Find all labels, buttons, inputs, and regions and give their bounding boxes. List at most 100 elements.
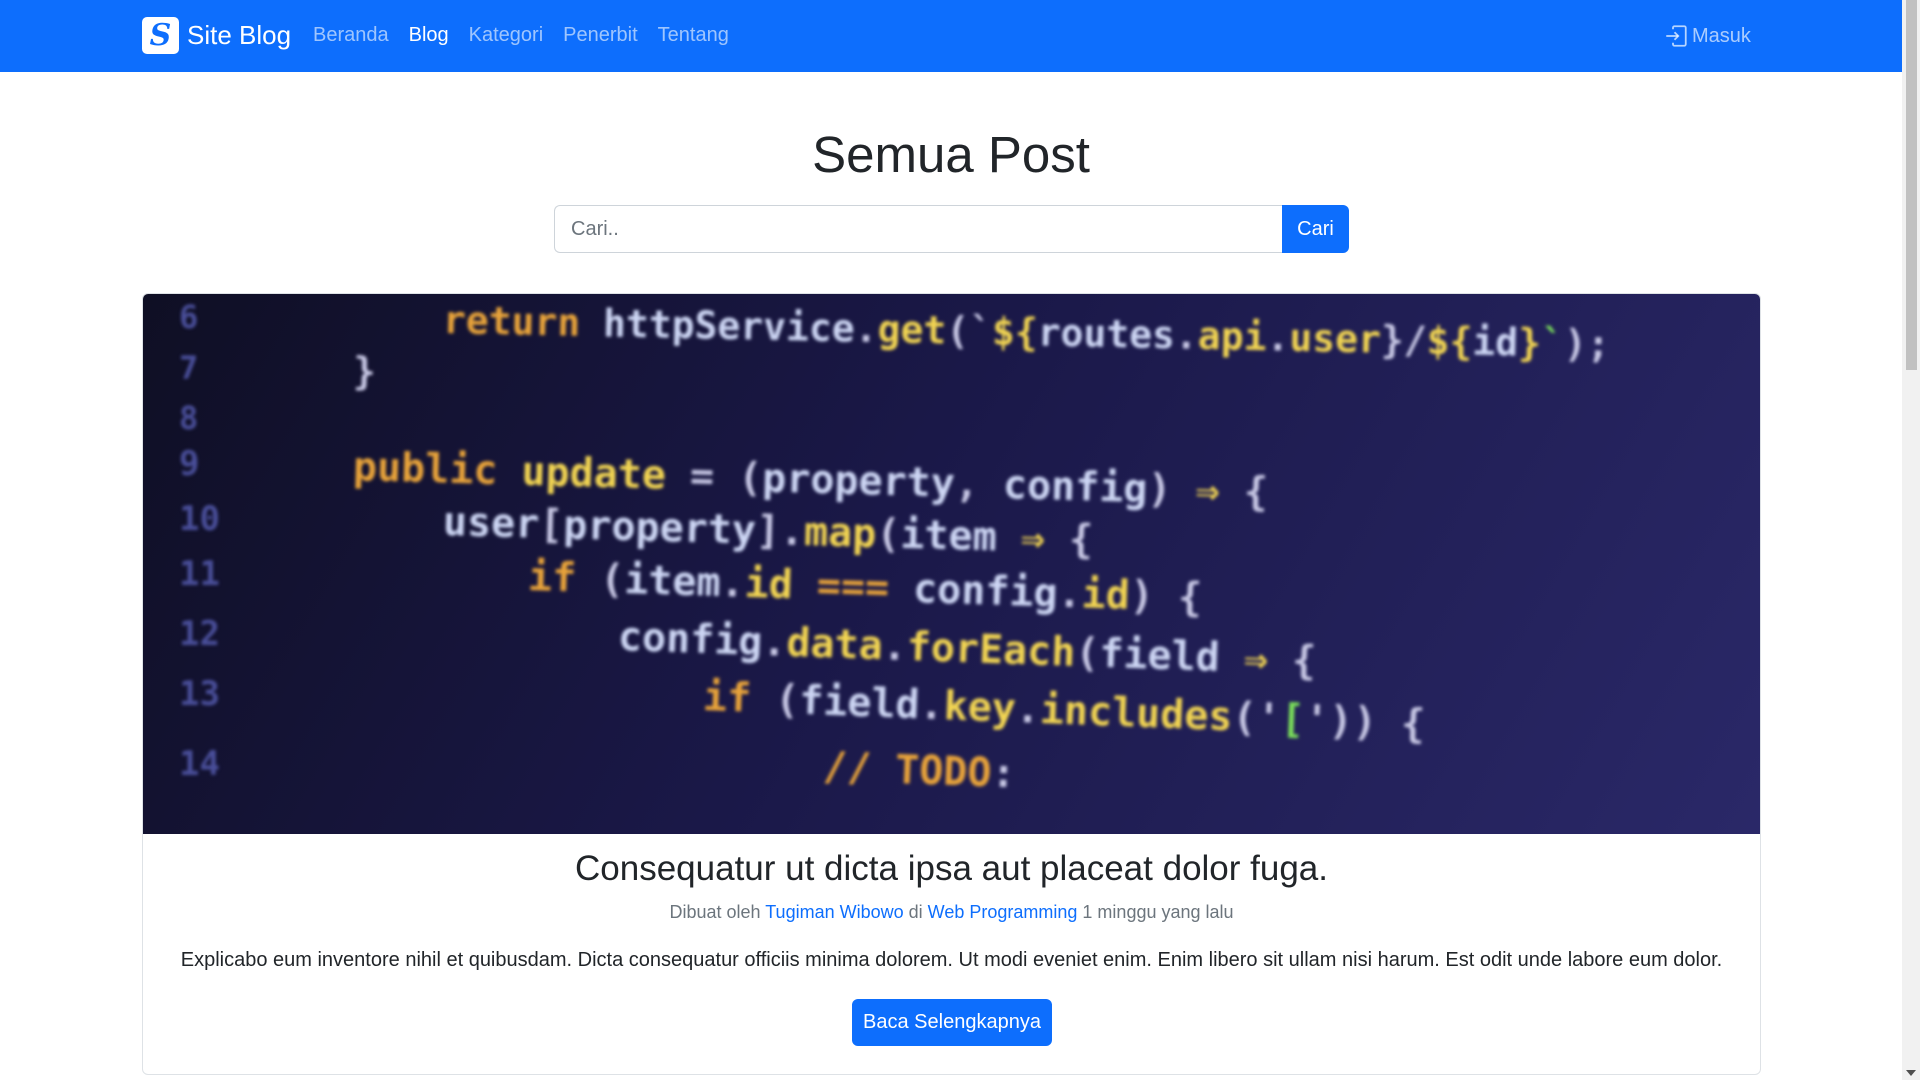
category-link[interactable]: Web Programming [928, 902, 1078, 922]
code-token: config [1002, 462, 1149, 513]
code-token: ⇒ [1243, 635, 1293, 684]
code-line-number: 13 [179, 674, 220, 714]
code-line: // TODO: [822, 744, 1016, 797]
code-token: user [442, 499, 540, 548]
code-token: ${ [991, 309, 1039, 355]
code-token: if [702, 674, 777, 723]
brand-logo-icon: S [142, 17, 179, 54]
code-line-number: 7 [179, 349, 199, 387]
code-token: field [798, 677, 921, 729]
code-line-number: 8 [179, 399, 199, 437]
post-time: 1 minggu yang lalu [1082, 902, 1234, 922]
code-token: get [877, 307, 947, 353]
read-more-button[interactable]: Baca Selengkapnya [852, 999, 1052, 1046]
code-token: ); [1563, 321, 1611, 367]
post-title: Consequatur ut dicta ipsa aut placeat do… [575, 849, 1328, 888]
code-token: . [1014, 686, 1041, 733]
code-token: : [990, 750, 1017, 798]
code-line: } [353, 349, 377, 393]
code-line: if (field.key.includes('[')) { [702, 674, 1426, 748]
code-token: data [785, 619, 884, 670]
nav-link-beranda[interactable]: Beranda [313, 24, 389, 46]
code-token: . [881, 623, 908, 671]
author-link[interactable]: Tugiman Wibowo [765, 902, 903, 922]
brand-link[interactable]: S Site Blog [142, 17, 291, 54]
search-form: Cari [554, 205, 1349, 253]
code-token: ( [1074, 629, 1101, 677]
code-token: config [617, 614, 764, 666]
code-token: public [352, 444, 523, 495]
navbar: S Site Blog Beranda Blog Kategori Penerb… [0, 0, 1902, 72]
code-token: item [623, 557, 722, 607]
code-line-number: 11 [179, 554, 220, 594]
code-token: , [954, 460, 1004, 509]
code-token: [ [1279, 696, 1306, 744]
code-line: if (item.id === config.id) { [527, 554, 1202, 621]
code-token: TODO [894, 746, 993, 797]
nav-link-blog[interactable]: Blog [409, 24, 449, 46]
code-token: map [803, 509, 877, 558]
code-token: ( [599, 556, 626, 604]
code-token: id [1080, 571, 1131, 619]
code-token: . [1174, 313, 1199, 358]
nav-links: Beranda Blog Kategori Penerbit Tentang [313, 24, 729, 47]
code-token: forEach [906, 624, 1077, 676]
scrollbar-thumb[interactable] [1906, 0, 1917, 370]
code-token: property [761, 455, 956, 507]
code-token: } [1517, 320, 1542, 365]
code-token: api [1197, 313, 1267, 360]
code-token: user [1288, 315, 1382, 362]
post-meta: Dibuat oleh Tugiman Wibowo di Web Progra… [143, 902, 1760, 923]
code-token: // [822, 744, 897, 793]
code-token: . [1266, 315, 1290, 360]
code-token: item [899, 511, 1022, 562]
search-button[interactable]: Cari [1282, 205, 1349, 253]
code-token: if [527, 554, 601, 603]
code-token: { [1291, 637, 1317, 685]
nav-link-tentang[interactable]: Tentang [658, 24, 729, 46]
code-token: id [1471, 319, 1519, 365]
login-label: Masuk [1692, 24, 1751, 47]
post-card: 6 return httpService.get(`${routes.api.us… [142, 293, 1761, 1075]
code-token: return [442, 298, 604, 346]
code-line-number: 12 [179, 614, 220, 654]
code-token: field [1098, 630, 1245, 682]
code-line: return httpService.get(`${routes.api.use… [443, 298, 1611, 366]
code-token: ( [875, 511, 902, 558]
code-token: . [761, 619, 788, 666]
meta-prefix: Dibuat oleh [669, 902, 761, 922]
code-token: } [352, 349, 377, 394]
page-title: Semua Post [812, 126, 1090, 183]
code-token: ` [1540, 321, 1565, 366]
code-token: ( [774, 676, 801, 724]
meta-in: di [908, 902, 923, 922]
code-token: ⇒ [1020, 515, 1070, 563]
code-token: config [912, 566, 1059, 617]
code-token: . [719, 560, 746, 607]
code-line-number: 14 [179, 744, 220, 784]
code-token: . [854, 306, 879, 352]
code-token: ) { [1129, 572, 1203, 622]
code-token: routes [1037, 310, 1176, 358]
scrollbar[interactable] [1902, 0, 1920, 1080]
code-token: }/ [1380, 317, 1428, 363]
scroll-down-icon[interactable] [1906, 1070, 1916, 1076]
code-token: { [1068, 516, 1094, 564]
code-token: (` [945, 308, 993, 354]
code-token: [ [538, 501, 565, 549]
code-token: ')) { [1303, 697, 1426, 748]
login-link[interactable]: Masuk [1664, 24, 1751, 48]
code-line-number: 6 [179, 298, 199, 336]
nav-link-penerbit[interactable]: Penerbit [563, 24, 638, 46]
code-token: { [1243, 468, 1269, 516]
code-token: key [942, 683, 1017, 733]
code-token: property [562, 502, 757, 554]
code-token: httpService [602, 301, 856, 351]
code-token: = ( [689, 453, 763, 502]
code-token: includes [1039, 686, 1234, 741]
nav-link-kategori[interactable]: Kategori [469, 24, 544, 46]
code-token: . [918, 682, 945, 730]
code-token: ]. [755, 507, 805, 556]
search-input[interactable] [554, 205, 1282, 253]
code-line-number: 10 [179, 499, 220, 539]
